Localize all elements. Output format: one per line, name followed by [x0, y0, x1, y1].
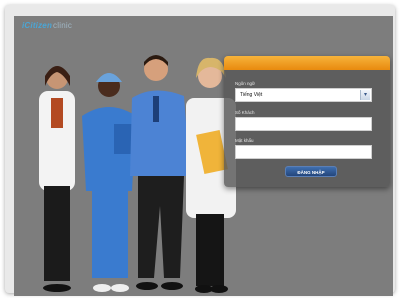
username-label: Số Khách: [235, 110, 255, 115]
language-select[interactable]: Tiếng Việt ▾: [235, 88, 372, 102]
password-label: Mật khẩu: [235, 138, 254, 143]
chevron-down-icon[interactable]: ▾: [360, 90, 370, 100]
language-label: Ngôn ngữ: [235, 81, 256, 86]
language-value: Tiếng Việt: [240, 92, 263, 98]
doctor-woman-left: [39, 66, 75, 292]
username-field[interactable]: [235, 117, 372, 131]
doctor-man-center: [130, 55, 190, 290]
password-field[interactable]: [235, 145, 372, 159]
nurse-blue-scrubs: [82, 73, 138, 292]
login-panel: Ngôn ngữ Tiếng Việt ▾ Số Khách Mật khẩu …: [224, 56, 390, 187]
login-button[interactable]: ĐĂNG NHẬP: [285, 166, 337, 177]
login-panel-header: [224, 56, 390, 70]
login-form: Ngôn ngữ Tiếng Việt ▾ Số Khách Mật khẩu …: [224, 70, 390, 187]
app-screen: iCitizenclinic Ngôn ngữ Tiếng Việt ▾ Số …: [14, 16, 393, 296]
